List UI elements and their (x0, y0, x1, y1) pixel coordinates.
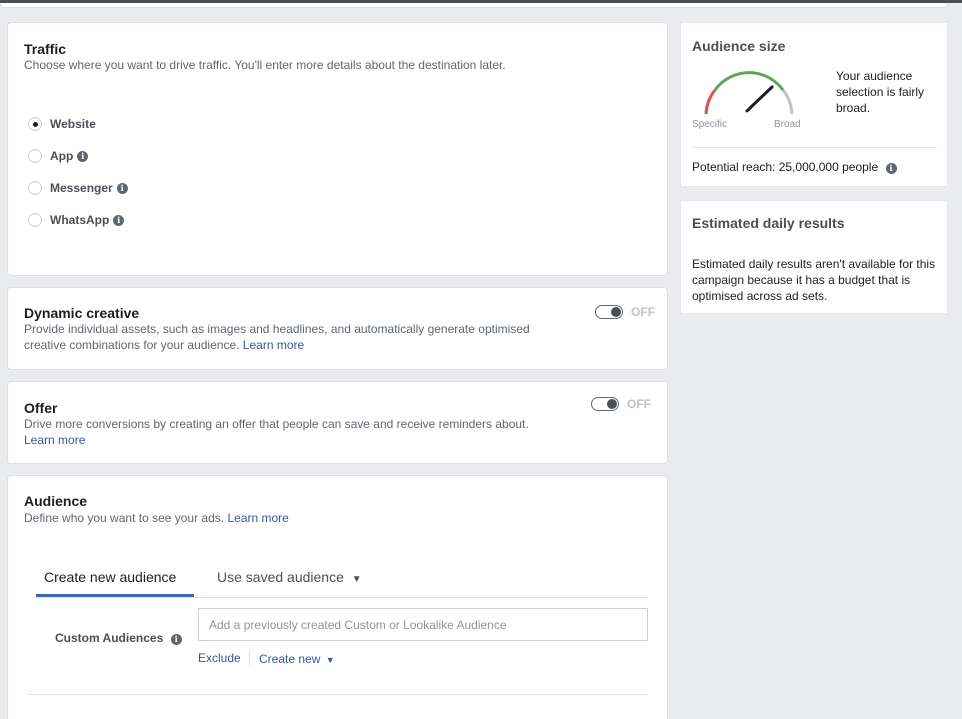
info-icon[interactable]: i (113, 214, 125, 226)
link-separator (249, 651, 250, 665)
audience-description-text: Define who you want to see your ads. (24, 511, 225, 525)
radio-messenger[interactable] (28, 181, 42, 195)
custom-audiences-label-text: Custom Audiences (55, 631, 164, 645)
tab-label: Use saved audience (217, 569, 344, 585)
radio-option-website[interactable]: Website (28, 117, 96, 131)
info-icon[interactable]: i (885, 163, 897, 174)
dynamic-creative-toggle[interactable]: OFF (595, 305, 655, 319)
learn-more-link[interactable]: Learn more (227, 511, 288, 525)
exclude-label: Exclude (198, 651, 241, 665)
create-new-label: Create new (259, 652, 321, 666)
custom-audiences-label: Custom Audiences i (55, 631, 182, 645)
toggle-state-label: OFF (631, 305, 655, 319)
dynamic-creative-card: Dynamic creative Provide individual asse… (7, 287, 668, 370)
radio-website[interactable] (28, 117, 42, 131)
traffic-card: Traffic Choose where you want to drive t… (7, 22, 668, 276)
toggle-switch[interactable] (595, 305, 623, 319)
tab-create-new-audience[interactable]: Create new audience (44, 569, 176, 585)
section-divider (28, 694, 648, 695)
offer-toggle[interactable]: OFF (591, 397, 651, 411)
radio-label-messenger: Messenger (50, 181, 113, 195)
custom-audiences-placeholder: Add a previously created Custom or Looka… (209, 617, 507, 632)
tab-use-saved-audience[interactable]: Use saved audience ▼ (217, 569, 362, 585)
gauge-needle-tail (745, 106, 752, 113)
audience-size-title: Audience size (692, 38, 786, 54)
gauge-arc-broad (781, 89, 794, 115)
gauge-label-specific: Specific (692, 119, 728, 130)
traffic-title: Traffic (24, 41, 67, 57)
radio-option-messenger[interactable]: Messenger i (28, 181, 128, 195)
radio-label-whatsapp: WhatsApp (50, 213, 110, 227)
radio-label-website: Website (50, 117, 96, 131)
traffic-description: Choose where you want to drive traffic. … (24, 58, 506, 72)
toggle-switch[interactable] (591, 397, 619, 411)
audience-size-card: Audience size Specific Broad Your audien… (680, 22, 948, 187)
audience-title: Audience (24, 493, 88, 509)
gauge-label-broad: Broad (774, 119, 801, 130)
dynamic-creative-description: Provide individual assets, such as image… (24, 321, 574, 353)
potential-reach-text: Potential reach: 25,000,000 people (692, 160, 879, 174)
radio-whatsapp[interactable] (28, 213, 42, 227)
estimated-daily-results-card: Estimated daily results Estimated daily … (680, 200, 948, 314)
tab-label: Create new audience (44, 569, 177, 585)
info-icon[interactable]: i (170, 634, 182, 645)
audience-card: Audience Define who you want to see your… (7, 475, 668, 719)
learn-more-link[interactable]: Learn more (243, 338, 304, 352)
info-icon[interactable]: i (116, 182, 128, 194)
create-new-link[interactable]: Create new ▼ (259, 652, 335, 666)
custom-audiences-input[interactable]: Add a previously created Custom or Looka… (198, 608, 648, 641)
potential-reach: Potential reach: 25,000,000 people i (692, 160, 897, 174)
audience-size-divider (692, 147, 937, 148)
radio-app[interactable] (28, 149, 42, 163)
radio-label-app: App (50, 149, 74, 163)
radio-option-app[interactable]: App i (28, 149, 89, 163)
offer-description: Drive more conversions by creating an of… (24, 416, 574, 448)
estimated-daily-results-title: Estimated daily results (692, 215, 845, 231)
toggle-state-label: OFF (627, 397, 651, 411)
offer-description-text: Drive more conversions by creating an of… (24, 417, 529, 431)
caret-down-icon: ▼ (351, 574, 362, 585)
info-icon[interactable]: i (77, 150, 89, 162)
radio-option-whatsapp[interactable]: WhatsApp i (28, 213, 125, 227)
tabs-divider (36, 597, 648, 598)
dynamic-creative-title: Dynamic creative (24, 305, 140, 321)
gauge-needle (748, 85, 774, 110)
previous-card-edge (0, 3, 948, 8)
exclude-link[interactable]: Exclude (198, 651, 241, 665)
estimated-daily-results-message: Estimated daily results aren't available… (692, 257, 936, 303)
learn-more-link[interactable]: Learn more (24, 432, 574, 448)
caret-down-icon: ▼ (325, 655, 335, 665)
offer-card: Offer Drive more conversions by creating… (7, 381, 668, 464)
audience-description: Define who you want to see your ads. Lea… (24, 510, 289, 526)
audience-size-summary: Your audience selection is fairly broad. (836, 69, 925, 115)
gauge-arc-specific (704, 89, 717, 115)
offer-title: Offer (24, 400, 58, 416)
